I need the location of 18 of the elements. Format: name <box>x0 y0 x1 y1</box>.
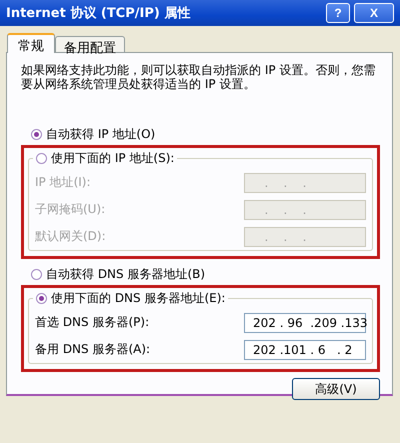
radio-button[interactable] <box>31 268 42 280</box>
tab[interactable]: 备用配置 <box>55 36 125 52</box>
description-text: 如果网络支持此功能，则可以获取自动指派的 IP 设置。否则，您需要从网络系统管理员处获得适当的 IP 设置。 <box>21 63 376 91</box>
advanced-button[interactable]: 高级(V) <box>292 378 380 400</box>
window-title: Internet 协议 (TCP/IP) 属性 <box>6 4 192 22</box>
tab[interactable]: 常规 <box>7 33 55 53</box>
ip-address-field[interactable]: 202 .101 . 6 . 2 <box>244 340 366 360</box>
close-button[interactable]: X <box>354 3 394 23</box>
radio-label[interactable]: 使用下面的 DNS 服务器地址(E): <box>51 290 226 306</box>
help-button[interactable]: ? <box>326 3 350 23</box>
field-label: 子网掩码(U): <box>35 201 106 218</box>
field-label: IP 地址(I): <box>35 174 91 191</box>
field-label: 备用 DNS 服务器(A): <box>35 341 150 358</box>
radio-button[interactable] <box>36 292 47 304</box>
field-label: 首选 DNS 服务器(P): <box>35 314 150 331</box>
ip-address-field[interactable]: 202 . 96 .209 .133 <box>244 312 366 332</box>
radio-label[interactable]: 自动获得 DNS 服务器地址(B) <box>46 266 206 282</box>
field-label: 默认网关(D): <box>35 228 106 245</box>
